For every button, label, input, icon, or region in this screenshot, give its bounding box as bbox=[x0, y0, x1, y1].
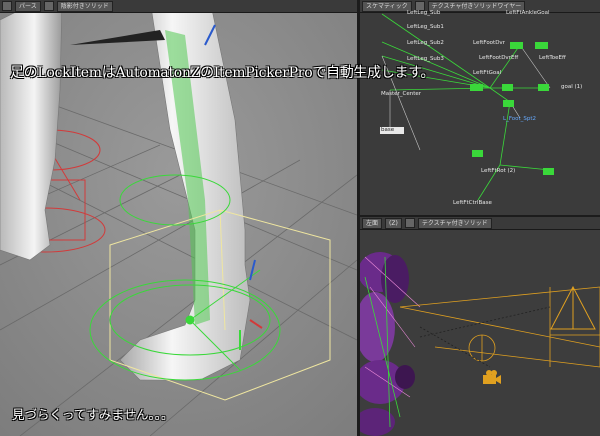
schematic-node[interactable]: goal (1) bbox=[560, 84, 583, 91]
schematic-node[interactable]: LeftToeEff bbox=[538, 55, 567, 62]
schematic-node[interactable]: LeftFootDvr bbox=[472, 40, 506, 47]
schematic-node-active[interactable] bbox=[538, 84, 549, 91]
schematic-node-active[interactable] bbox=[502, 84, 513, 91]
schematic-node[interactable]: LeftLeg_Sub2 bbox=[406, 40, 445, 47]
side-viewport[interactable]: 左面 (Z) テクスチャ付きソリッド bbox=[360, 217, 600, 436]
side-view-dropdown[interactable]: 左面 bbox=[362, 217, 383, 229]
side-view-scene bbox=[360, 229, 600, 436]
schematic-node[interactable]: LeftFtGoal bbox=[472, 70, 502, 77]
schematic-viewport[interactable]: スケマティック テクスチャ付きソリッドワイヤー LeftLeg_Sub Left… bbox=[360, 0, 600, 215]
schematic-node[interactable]: Master_Center bbox=[380, 91, 422, 98]
side-viewport-header: 左面 (Z) テクスチャ付きソリッド bbox=[360, 217, 600, 230]
perspective-viewport-header: パース 陰影付きソリッド bbox=[0, 0, 357, 13]
schematic-node-active[interactable] bbox=[543, 168, 554, 175]
caption-bottom: 見づらくってすみません。。。 bbox=[12, 407, 174, 422]
schematic-node-active[interactable] bbox=[535, 42, 548, 49]
schematic-node[interactable]: LeftFtCtrlBase bbox=[452, 200, 493, 207]
side-shading-dropdown[interactable]: テクスチャ付きソリッド bbox=[417, 217, 492, 229]
schematic-node-active[interactable] bbox=[470, 84, 483, 91]
schematic-view-dropdown[interactable]: スケマティック bbox=[362, 0, 412, 12]
layer-dropdown[interactable]: (Z) bbox=[385, 217, 402, 229]
schematic-node[interactable]: LeftLeg_Sub bbox=[406, 10, 441, 17]
shading-mode-dropdown[interactable]: 陰影付きソリッド bbox=[56, 0, 113, 12]
schematic-node[interactable]: LeftFtRot (2) bbox=[480, 168, 516, 175]
schematic-node-active[interactable] bbox=[510, 42, 523, 49]
viewport-options-icon[interactable] bbox=[43, 1, 54, 11]
schematic-node[interactable]: base bbox=[380, 127, 404, 134]
side-view-options-icon[interactable] bbox=[404, 218, 415, 228]
view-mode-dropdown[interactable]: パース bbox=[15, 0, 41, 12]
schematic-node-active[interactable] bbox=[503, 100, 514, 107]
schematic-node[interactable]: LeftFtAnkleGoal bbox=[505, 10, 551, 17]
schematic-node-active[interactable] bbox=[472, 150, 483, 157]
schematic-header: スケマティック テクスチャ付きソリッドワイヤー bbox=[360, 0, 600, 13]
viewport-menu-icon[interactable] bbox=[2, 1, 12, 11]
schematic-links bbox=[381, 13, 551, 201]
schematic-node[interactable]: L_Foot_Spt2 bbox=[502, 116, 537, 123]
schematic-node[interactable]: LeftLeg_Sub1 bbox=[406, 24, 445, 31]
schematic-node[interactable]: LeftFootDvrEff bbox=[478, 55, 519, 62]
caption-top: 足のLockItemはAutomatonZのItemPickerProで自動生成… bbox=[10, 65, 435, 81]
